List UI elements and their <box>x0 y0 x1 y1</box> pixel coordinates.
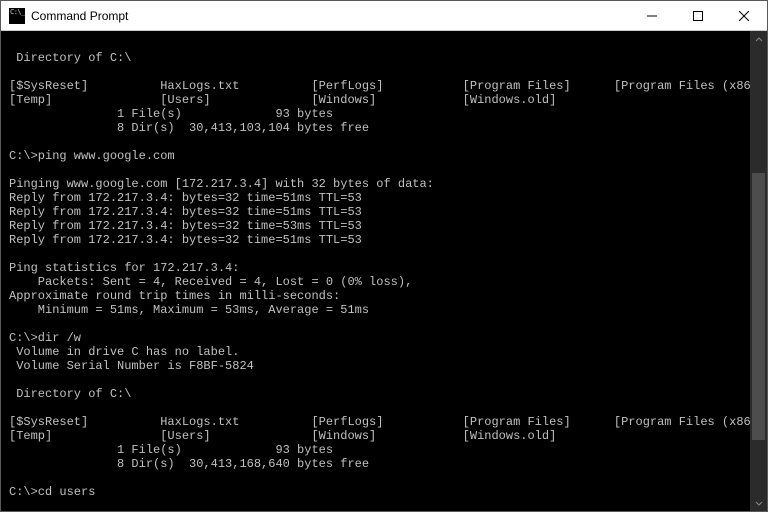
close-icon <box>739 11 749 21</box>
titlebar[interactable]: Command Prompt <box>1 1 767 31</box>
minimize-button[interactable] <box>629 1 675 31</box>
scrollbar-thumb[interactable] <box>752 173 765 441</box>
maximize-icon <box>693 11 703 21</box>
app-icon <box>9 8 25 24</box>
scrollbar-track[interactable] <box>750 48 767 494</box>
chevron-down-icon <box>755 499 763 507</box>
minimize-icon <box>647 11 657 21</box>
maximize-button[interactable] <box>675 1 721 31</box>
terminal-output[interactable]: Directory of C:\ [$SysReset] HaxLogs.txt… <box>1 31 767 511</box>
close-button[interactable] <box>721 1 767 31</box>
scroll-down-button[interactable] <box>750 494 767 511</box>
command-prompt-window: Command Prompt Directory of C:\ [$SysRes… <box>0 0 768 512</box>
vertical-scrollbar[interactable] <box>750 31 767 511</box>
scroll-up-button[interactable] <box>750 31 767 48</box>
chevron-up-icon <box>755 36 763 44</box>
terminal-text: Directory of C:\ [$SysReset] HaxLogs.txt… <box>9 51 765 499</box>
window-title: Command Prompt <box>31 9 128 23</box>
